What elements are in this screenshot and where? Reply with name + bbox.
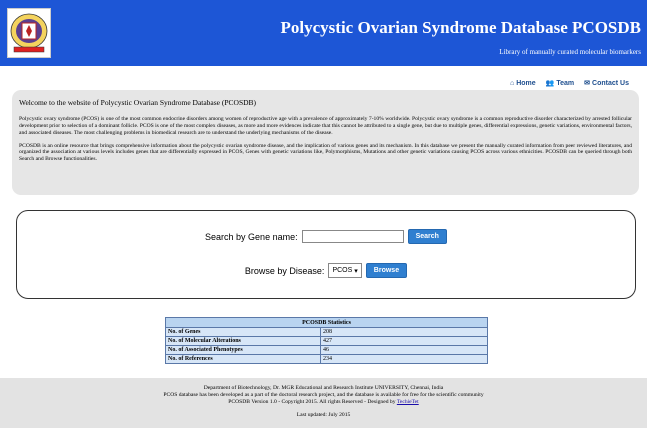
crest-icon	[10, 13, 48, 53]
gene-search-input[interactable]	[301, 230, 404, 243]
table-row: No. of Associated Phenotypes 46	[165, 345, 488, 355]
disease-browse-label: Browse by Disease:	[244, 265, 325, 276]
gene-search-label: Search by Gene name:	[205, 231, 298, 242]
envelope-icon: ✉	[584, 80, 591, 87]
home-icon: ⌂	[509, 79, 515, 87]
statistics-table: PCOSDB Statistics No. of Genes 208 No. o…	[165, 317, 488, 364]
statistics-title: PCOSDB Statistics	[165, 317, 488, 328]
browse-button[interactable]: Browse	[365, 263, 408, 278]
stat-value: 234	[320, 354, 488, 364]
university-logo	[7, 8, 51, 58]
welcome-heading: Welcome to the website of Polycystic Ova…	[19, 98, 257, 107]
last-updated: Last updated: July 2015	[296, 411, 351, 418]
gene-search-row: Search by Gene name: Search	[17, 229, 635, 244]
footer-note: PCOS database has been developed as a pa…	[163, 391, 484, 398]
stat-value: 208	[320, 327, 488, 337]
nav-home[interactable]: ⌂ Home	[510, 80, 536, 87]
nav-contact[interactable]: ✉ Contact Us	[584, 79, 629, 88]
nav-team[interactable]: 👥 Team	[545, 79, 575, 88]
designer-link[interactable]: TechieTet	[397, 399, 419, 405]
site-title: Polycystic Ovarian Syndrome Database PCO…	[280, 18, 641, 37]
table-row: No. of Genes 208	[165, 327, 488, 337]
stat-value: 46	[320, 345, 488, 355]
footer-copyright: PCOSDB Version 1.0 - Copyright 2015. All…	[0, 399, 647, 406]
disease-browse-row: Browse by Disease: PCOS ▾ Browse	[17, 263, 635, 278]
top-nav: ⌂ Home 👥 Team ✉ Contact Us	[510, 79, 629, 88]
nav-team-label: Team	[556, 79, 575, 87]
site-subtitle: Library of manually curated molecular bi…	[499, 48, 641, 56]
stat-label: No. of Molecular Alterations	[165, 336, 321, 346]
chevron-down-icon: ▾	[354, 267, 358, 275]
stat-label: No. of Genes	[165, 327, 321, 337]
table-row: No. of References 234	[165, 354, 488, 364]
table-row: No. of Molecular Alterations 427	[165, 336, 488, 346]
stat-label: No. of References	[165, 354, 321, 364]
search-button[interactable]: Search	[407, 229, 447, 244]
welcome-paragraph-2: PCOSDB is an online resource that brings…	[19, 142, 632, 163]
site-footer: Department of Biotechnology, Dr. MGR Edu…	[0, 378, 647, 428]
footer-copyright-text: PCOSDB Version 1.0 - Copyright 2015. All…	[228, 398, 396, 405]
stat-value: 427	[320, 336, 488, 346]
welcome-paragraph-1: Polycystic ovary syndrome (PCOS) is one …	[19, 116, 632, 136]
welcome-panel: Welcome to the website of Polycystic Ova…	[12, 90, 639, 195]
site-header: Polycystic Ovarian Syndrome Database PCO…	[0, 0, 647, 66]
nav-contact-label: Contact Us	[592, 79, 629, 87]
disease-select[interactable]: PCOS ▾	[328, 263, 362, 278]
team-icon: 👥	[545, 80, 555, 87]
search-panel: Search by Gene name: Search Browse by Di…	[16, 210, 636, 299]
stat-label: No. of Associated Phenotypes	[165, 345, 321, 355]
disease-selected-value: PCOS	[332, 267, 353, 274]
nav-home-label: Home	[516, 79, 536, 87]
footer-department: Department of Biotechnology, Dr. MGR Edu…	[203, 385, 444, 391]
